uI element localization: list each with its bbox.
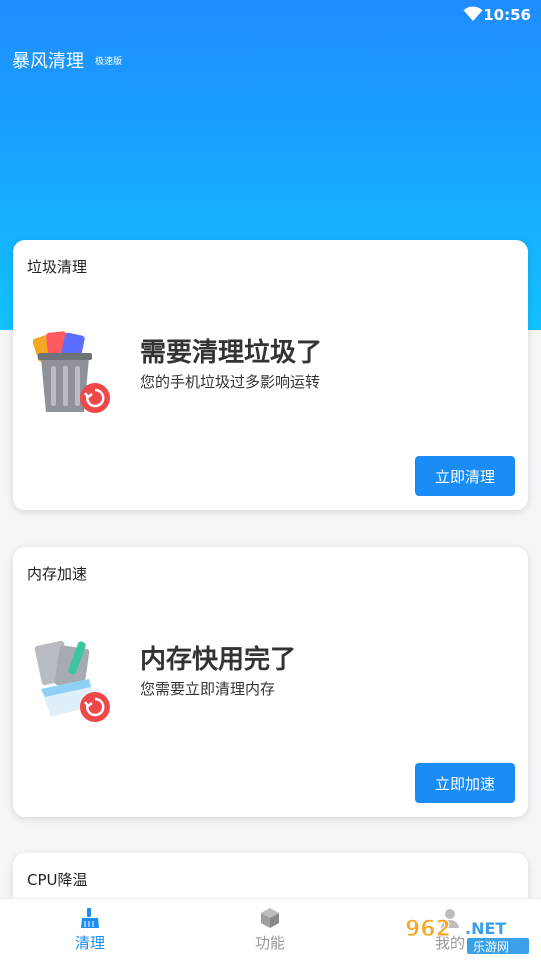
card-title: 垃圾清理 xyxy=(27,258,88,276)
cube-icon xyxy=(261,908,279,928)
card-title: CPU降温 xyxy=(27,871,88,889)
junk-clean-card[interactable]: 垃圾清理 需要清理垃圾了 您的手机垃圾过多影响运转 立即清理 xyxy=(13,240,528,510)
trash-can-icon xyxy=(33,331,110,413)
memory-broom-icon xyxy=(34,640,110,722)
nav-tab-clean[interactable]: 清理 xyxy=(50,907,130,953)
boost-now-button[interactable]: 立即加速 xyxy=(415,763,515,803)
app-subtitle: 极速版 xyxy=(95,57,123,67)
card-title: 内存加速 xyxy=(27,565,88,583)
app-title: 暴风清理 xyxy=(12,51,84,72)
nav-tab-features[interactable]: 功能 xyxy=(230,907,310,953)
card-description: 您的手机垃圾过多影响运转 xyxy=(140,373,321,391)
memory-boost-card[interactable]: 内存加速 内存快用完了 您需要立即清理内存 立即加速 xyxy=(13,547,528,817)
svg-text:乐游网: 乐游网 xyxy=(473,940,509,954)
status-time: 10:56 xyxy=(483,6,531,24)
card-description: 您需要立即清理内存 xyxy=(140,680,276,698)
nav-label: 功能 xyxy=(254,934,285,952)
nav-label: 清理 xyxy=(74,934,105,952)
card-headline: 内存快用完了 xyxy=(140,645,297,675)
broom-icon xyxy=(81,908,99,928)
svg-text:962: 962 xyxy=(405,917,451,942)
card-headline: 需要清理垃圾了 xyxy=(140,338,323,368)
svg-text:.NET: .NET xyxy=(465,919,506,938)
wifi-icon xyxy=(463,6,483,22)
site-watermark-logo: 962 .NET 乐游网 xyxy=(405,917,529,954)
status-bar: 10:56 xyxy=(0,0,541,30)
clean-now-button[interactable]: 立即清理 xyxy=(415,456,515,496)
